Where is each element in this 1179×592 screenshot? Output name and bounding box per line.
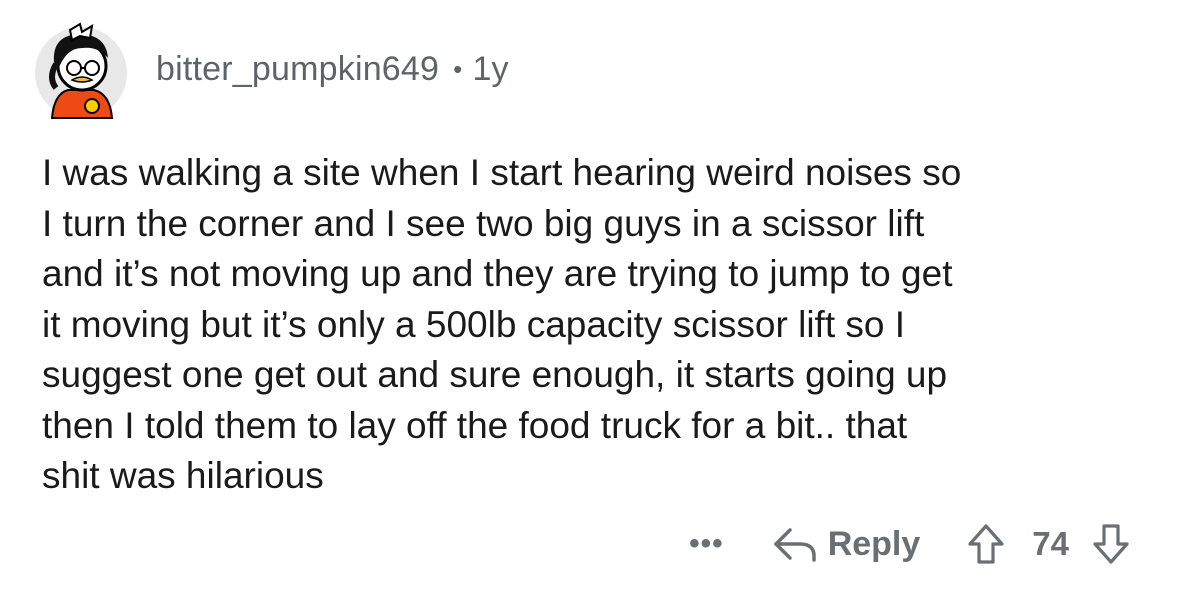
comment-body-line: shit was hilarious (42, 455, 324, 496)
comment-body-line: I turn the corner and I see two big guys… (42, 202, 925, 244)
comment-age: 1y (472, 49, 509, 88)
comment-body-line: then I told them to lay off the food tru… (42, 404, 908, 446)
comment-body: I was walking a site when I start hearin… (42, 148, 1142, 502)
comment-body-line: I was walking a site when I start hearin… (42, 152, 962, 193)
comment-actions: ••• Reply 74 (689, 515, 1131, 573)
avatar-image (35, 22, 127, 119)
comment-body-line: and it’s not moving up and they are tryi… (42, 253, 953, 294)
upvote-arrow-icon[interactable] (966, 522, 1006, 566)
vote-group: 74 (966, 522, 1131, 566)
reply-button[interactable]: Reply (772, 524, 921, 564)
reply-label: Reply (827, 524, 921, 563)
meta-separator: • (453, 53, 463, 84)
author-username[interactable]: bitter_pumpkin649 (156, 50, 439, 89)
comment-header: bitter_pumpkin649 • 1y (30, 14, 509, 124)
more-options-button[interactable]: ••• (689, 527, 724, 561)
comment-body-line: it moving but it’s only a 500lb capacity… (42, 303, 906, 345)
downvote-arrow-icon[interactable] (1091, 522, 1131, 566)
vote-count: 74 (1032, 525, 1069, 562)
comment: bitter_pumpkin649 • 1y I was walking a s… (0, 0, 1179, 592)
reply-arrow-icon (773, 528, 816, 562)
author-line: bitter_pumpkin649 • 1y (156, 50, 509, 89)
comment-body-line: suggest one get out and sure enough, it … (42, 354, 948, 395)
avatar[interactable] (30, 18, 132, 120)
